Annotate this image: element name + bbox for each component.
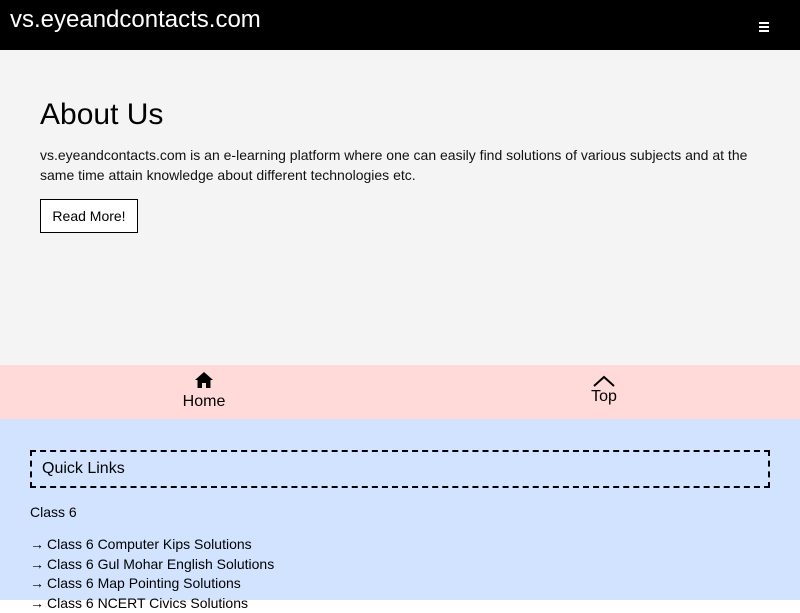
quick-links-title: Quick Links xyxy=(42,459,125,479)
menu-button[interactable] xyxy=(752,16,776,38)
link-item[interactable]: →Class 6 NCERT Civics Solutions xyxy=(30,594,274,613)
link-item[interactable]: →Class 6 Gul Mohar English Solutions xyxy=(30,555,274,575)
about-description: vs.eyeandcontacts.com is an e-learning p… xyxy=(40,145,760,185)
about-heading: About Us xyxy=(40,97,163,133)
arrow-icon: → xyxy=(30,556,44,572)
top-label: Top xyxy=(563,388,645,406)
arrow-icon: → xyxy=(30,536,44,552)
top-nav-button[interactable]: Top xyxy=(563,370,645,414)
chevron-up-icon xyxy=(593,375,615,387)
quick-links-box: Quick Links xyxy=(30,450,770,488)
hamburger-icon xyxy=(759,22,769,24)
link-label: Class 6 Computer Kips Solutions xyxy=(47,536,252,552)
bottom-nav-bar xyxy=(0,365,800,419)
class-heading: Class 6 xyxy=(30,503,77,521)
hamburger-icon-line xyxy=(759,26,769,28)
link-item[interactable]: →Class 6 Computer Kips Solutions xyxy=(30,535,274,555)
arrow-icon: → xyxy=(30,575,44,591)
home-label: Home xyxy=(163,393,245,411)
home-icon xyxy=(195,372,213,388)
link-list: →Class 6 Computer Kips Solutions →Class … xyxy=(30,535,274,613)
site-title-link[interactable]: vs.eyeandcontacts.com xyxy=(10,6,261,34)
read-more-button[interactable]: Read More! xyxy=(40,199,138,233)
home-nav-button[interactable]: Home xyxy=(163,370,245,414)
header-bar: vs.eyeandcontacts.com xyxy=(0,0,800,50)
link-label: Class 6 Map Pointing Solutions xyxy=(47,575,241,591)
link-item[interactable]: →Class 6 Map Pointing Solutions xyxy=(30,574,274,594)
link-label: Class 6 NCERT Civics Solutions xyxy=(47,595,248,611)
arrow-icon: → xyxy=(30,595,44,611)
hamburger-icon-line xyxy=(759,30,769,32)
link-label: Class 6 Gul Mohar English Solutions xyxy=(47,556,274,572)
